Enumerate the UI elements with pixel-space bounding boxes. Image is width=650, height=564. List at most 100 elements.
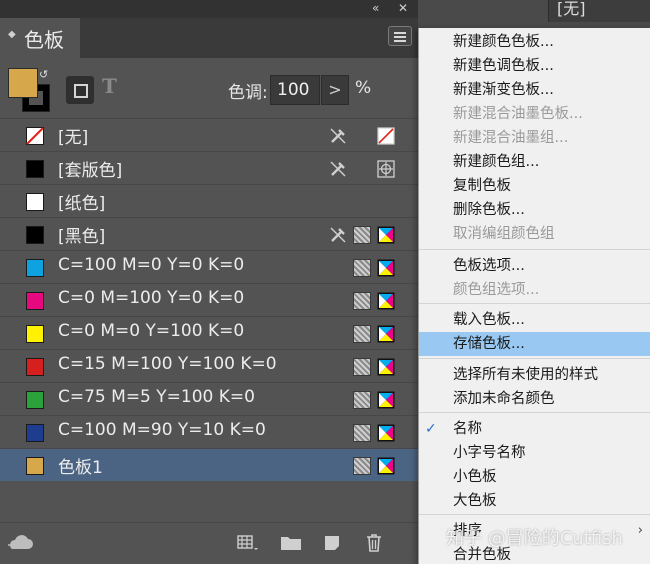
menu-item-label: 名称: [453, 421, 482, 437]
swatch-name: C=15 M=100 Y=100 K=0: [58, 354, 277, 374]
swatch-row[interactable]: C=100 M=0 Y=0 K=0: [0, 250, 418, 283]
process-color-icon: [353, 226, 371, 244]
tint-input[interactable]: [270, 75, 320, 105]
swatch-name: [无]: [58, 128, 89, 148]
swatch-row[interactable]: [无]: [0, 118, 418, 151]
cmyk-mode-icon: [377, 457, 395, 475]
panel-tab-bar: ◆ 色板: [0, 18, 418, 58]
process-color-icon: [353, 292, 371, 310]
swatch-color-chip: [26, 457, 44, 475]
swatch-row[interactable]: [纸色]: [0, 184, 418, 217]
panel-titlebar: « ✕: [0, 0, 418, 18]
menu-item[interactable]: 小色板: [419, 465, 650, 489]
cmyk-mode-icon: [377, 325, 395, 343]
menu-item[interactable]: 大色板: [419, 489, 650, 513]
menu-item[interactable]: 载入色板...: [419, 308, 650, 332]
swatch-color-chip: [26, 193, 44, 211]
menu-item-label: 添加未命名颜色: [453, 391, 555, 407]
swatch-row[interactable]: C=0 M=0 Y=100 K=0: [0, 316, 418, 349]
delete-swatch-icon[interactable]: [364, 533, 386, 553]
swatch-controls: ↺ T 色调: > %: [0, 58, 418, 124]
formatting-affects-container-button[interactable]: [66, 76, 94, 104]
menu-item-label: 小字号名称: [453, 445, 526, 461]
swatch-name: [黑色]: [58, 227, 106, 247]
cannot-edit-icon: [329, 160, 347, 178]
swatch-row[interactable]: C=100 M=90 Y=10 K=0: [0, 415, 418, 448]
panel-bottom-bar: [0, 522, 418, 564]
menu-item[interactable]: 色板选项...: [419, 254, 650, 278]
process-color-icon: [353, 358, 371, 376]
menu-item[interactable]: 选择所有未使用的样式: [419, 363, 650, 387]
menu-item[interactable]: 新建颜色色板...: [419, 30, 650, 54]
tint-unit: %: [355, 78, 372, 98]
process-color-icon: [353, 457, 371, 475]
cmyk-mode-icon: [377, 391, 395, 409]
fill-stroke-widget[interactable]: ↺: [8, 68, 54, 114]
tab-swatches[interactable]: ◆ 色板: [0, 18, 80, 58]
menu-item-label: 新建混合油墨组...: [453, 130, 569, 146]
collapse-panel-button[interactable]: «: [372, 0, 379, 16]
background-window-strip: [无]: [418, 0, 650, 28]
new-swatch-icon[interactable]: [322, 533, 344, 553]
process-color-icon: [353, 424, 371, 442]
cmyk-mode-icon: [377, 424, 395, 442]
menu-item-label: 大色板: [453, 493, 497, 509]
swatch-row[interactable]: C=75 M=5 Y=100 K=0: [0, 382, 418, 415]
swatch-name: C=100 M=90 Y=10 K=0: [58, 420, 266, 440]
swatch-row[interactable]: C=0 M=100 Y=0 K=0: [0, 283, 418, 316]
menu-item[interactable]: 新建颜色组...: [419, 150, 650, 174]
swatch-row[interactable]: 色板1: [0, 448, 418, 481]
swatch-row[interactable]: [黑色]: [0, 217, 418, 250]
menu-item[interactable]: 新建色调色板...: [419, 54, 650, 78]
menu-item-label: 颜色组选项...: [453, 282, 540, 298]
background-field: [无]: [548, 0, 650, 22]
swatch-color-chip: [26, 160, 44, 178]
swap-fill-stroke-icon[interactable]: ↺: [39, 68, 48, 81]
menu-item-label: 载入色板...: [453, 312, 525, 328]
panel-menu-button[interactable]: [388, 26, 412, 46]
swatches-panel: ◆ 色板 ↺ T 色调: > % [无] [套版色] [纸色] [黑色] C=100 M…: [0, 18, 418, 564]
cannot-edit-icon: [329, 127, 347, 145]
cmyk-mode-icon: [377, 259, 395, 277]
none-swatch-icon: [377, 127, 395, 145]
menu-item[interactable]: 小字号名称: [419, 441, 650, 465]
swatch-row[interactable]: C=15 M=100 Y=100 K=0: [0, 349, 418, 382]
menu-item[interactable]: 复制色板: [419, 174, 650, 198]
cmyk-mode-icon: [377, 226, 395, 244]
menu-item[interactable]: 存储色板...: [419, 332, 650, 356]
swatch-row[interactable]: [套版色]: [0, 151, 418, 184]
swatch-name: C=100 M=0 Y=0 K=0: [58, 255, 245, 275]
swatch-color-chip: [26, 424, 44, 442]
swatch-list: [无] [套版色] [纸色] [黑色] C=100 M=0 Y=0 K=0 C=0 M=1…: [0, 118, 418, 481]
show-swatches-icon[interactable]: [236, 533, 258, 553]
menu-item-label: 新建混合油墨色板...: [453, 106, 583, 122]
menu-item-label: 新建颜色色板...: [453, 34, 554, 50]
swatch-color-chip: [26, 127, 44, 145]
tint-slider-button[interactable]: >: [321, 75, 349, 105]
swatch-color-chip: [26, 325, 44, 343]
swatch-color-chip: [26, 226, 44, 244]
fill-swatch[interactable]: [8, 68, 38, 98]
menu-separator: [419, 514, 650, 515]
menu-item[interactable]: 添加未命名颜色: [419, 387, 650, 411]
cannot-edit-icon: [329, 226, 347, 244]
cmyk-mode-icon: [377, 292, 395, 310]
menu-item[interactable]: 新建渐变色板...: [419, 78, 650, 102]
close-panel-button[interactable]: ✕: [398, 0, 408, 16]
swatch-name: C=0 M=100 Y=0 K=0: [58, 288, 245, 308]
swatch-name: [纸色]: [58, 194, 106, 214]
new-color-group-icon[interactable]: [280, 533, 302, 553]
menu-item[interactable]: 名称 ✓: [419, 417, 650, 441]
swatch-name: [套版色]: [58, 161, 123, 181]
menu-item-label: 新建渐变色板...: [453, 82, 554, 98]
menu-separator: [419, 303, 650, 304]
cloud-library-icon[interactable]: [6, 533, 33, 553]
tab-swatches-label: 色板: [24, 28, 64, 52]
menu-separator: [419, 358, 650, 359]
background-field-label: [无]: [557, 0, 586, 18]
formatting-affects-text-button[interactable]: T: [102, 74, 117, 98]
tab-expand-icon[interactable]: ◆: [8, 29, 16, 40]
menu-item[interactable]: 删除色板...: [419, 198, 650, 222]
menu-item: 颜色组选项...: [419, 278, 650, 302]
menu-item-label: 存储色板...: [453, 336, 525, 352]
